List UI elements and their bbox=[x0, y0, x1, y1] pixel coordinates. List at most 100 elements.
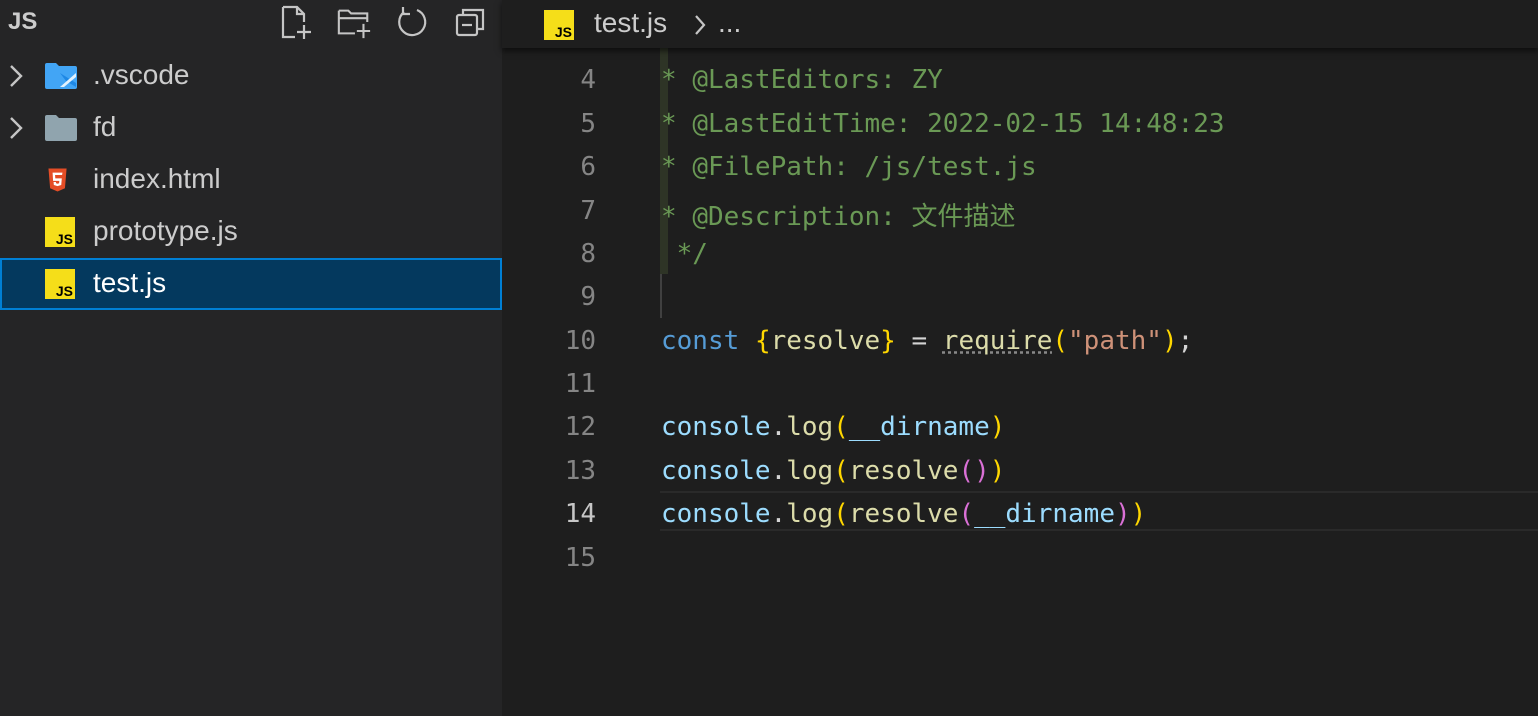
vscode-folder-icon bbox=[45, 63, 77, 89]
paren-close: ) bbox=[1161, 326, 1178, 356]
chevron-right-icon[interactable] bbox=[6, 62, 26, 90]
paren-open: ( bbox=[1052, 326, 1069, 356]
comment-text: @Description: 文件描述 bbox=[692, 202, 1016, 232]
paren-open: ( bbox=[833, 456, 849, 486]
function-resolve: resolve bbox=[848, 456, 959, 486]
comment-star: * bbox=[661, 65, 677, 95]
code-line[interactable]: 11 bbox=[502, 360, 1538, 404]
html5-icon bbox=[48, 168, 67, 192]
js-icon: JS bbox=[45, 269, 75, 299]
line-content[interactable]: * @LastEditTime: 2022-02-15 14:48:23 bbox=[661, 109, 1225, 139]
line-number[interactable]: 11 bbox=[502, 369, 596, 399]
identifier-dirname: __dirname bbox=[974, 499, 1115, 529]
breadcrumb-file[interactable]: test.js bbox=[594, 7, 667, 39]
identifier-resolve: resolve bbox=[770, 326, 881, 356]
dot: . bbox=[770, 499, 787, 529]
string-path: "path" bbox=[1068, 326, 1162, 356]
comment-star: * bbox=[661, 152, 677, 182]
chevron-right-icon[interactable] bbox=[6, 114, 26, 142]
code-line[interactable]: 5 * @LastEditTime: 2022-02-15 14:48:23 bbox=[502, 100, 1538, 144]
function-log: log bbox=[786, 499, 834, 529]
function-log: log bbox=[786, 456, 834, 486]
identifier-console: console bbox=[661, 456, 771, 486]
keyword-const: const bbox=[661, 326, 740, 356]
code-line[interactable]: 7 * @Description: 文件描述 bbox=[502, 187, 1538, 233]
paren-close: ) bbox=[989, 412, 1006, 442]
function-resolve: resolve bbox=[848, 499, 959, 529]
brace-open: { bbox=[754, 326, 771, 356]
tree-item-label: fd bbox=[93, 111, 117, 142]
tree-item-label: .vscode bbox=[93, 59, 190, 90]
line-number[interactable]: 15 bbox=[502, 543, 596, 573]
comment-end: */ bbox=[676, 239, 708, 269]
comment-text: @LastEditors: ZY bbox=[692, 65, 943, 95]
line-number[interactable]: 10 bbox=[502, 326, 596, 356]
code-line[interactable]: 4 * @LastEditors: ZY bbox=[502, 56, 1538, 100]
code-line[interactable]: 6 * @FilePath: /js/test.js bbox=[502, 143, 1538, 187]
comment-star: * bbox=[661, 109, 677, 139]
breadcrumb-bar: JS test.js ... bbox=[502, 0, 1538, 48]
refresh-icon[interactable] bbox=[394, 4, 430, 40]
code-editor[interactable]: 4 * @LastEditors: ZY 5 * @LastEditTime: … bbox=[502, 48, 1538, 716]
tree-item-label: test.js bbox=[93, 267, 167, 298]
tree-item-fd[interactable]: fd bbox=[0, 102, 502, 154]
line-content[interactable]: */ bbox=[661, 239, 708, 269]
tree-item-prototype-js[interactable]: JS prototype.js bbox=[0, 206, 502, 258]
code-line[interactable]: 9 bbox=[502, 273, 1538, 317]
new-file-icon[interactable] bbox=[278, 4, 314, 40]
brace-close: } bbox=[880, 326, 896, 356]
explorer-header: JS bbox=[0, 0, 502, 46]
dot: . bbox=[770, 412, 787, 442]
line-number[interactable]: 12 bbox=[502, 412, 596, 442]
tree-item-test-js[interactable]: JS test.js bbox=[0, 258, 502, 310]
code-line[interactable]: 15 bbox=[502, 534, 1538, 578]
line-content[interactable]: * @Description: 文件描述 bbox=[661, 196, 1015, 233]
line-number[interactable]: 8 bbox=[502, 239, 596, 269]
line-content[interactable]: * @FilePath: /js/test.js bbox=[661, 152, 1037, 182]
paren-close: ) bbox=[1114, 499, 1131, 529]
chevron-right-icon bbox=[695, 15, 706, 35]
function-require[interactable]: require bbox=[943, 326, 1053, 356]
tree-item-label: index.html bbox=[93, 163, 221, 194]
code-line[interactable]: 12 console.log(__dirname) bbox=[502, 403, 1538, 447]
js-icon: JS bbox=[45, 217, 75, 247]
identifier-dirname: __dirname bbox=[848, 412, 990, 442]
comment-star: * bbox=[661, 202, 677, 232]
semicolon: ; bbox=[1177, 326, 1194, 356]
line-number[interactable]: 13 bbox=[502, 456, 596, 486]
line-content[interactable]: console.log(resolve()) bbox=[661, 456, 1005, 486]
file-tree: .vscode fd index.html JS prototype.js JS… bbox=[0, 50, 502, 310]
explorer-title[interactable]: JS bbox=[8, 8, 37, 36]
operator-assign: = bbox=[895, 326, 943, 356]
line-number[interactable]: 7 bbox=[502, 196, 596, 226]
collapse-all-icon[interactable] bbox=[452, 4, 488, 40]
tree-item-vscode[interactable]: .vscode bbox=[0, 50, 502, 102]
line-content[interactable]: const {resolve} = require("path"); bbox=[661, 326, 1193, 356]
code-line[interactable]: 13 console.log(resolve()) bbox=[502, 447, 1538, 491]
line-content[interactable]: * @LastEditors: ZY bbox=[661, 65, 943, 95]
code-line-active[interactable]: 14 console.log(resolve(__dirname)) bbox=[502, 490, 1538, 534]
line-number[interactable]: 4 bbox=[502, 65, 596, 95]
line-number[interactable]: 6 bbox=[502, 152, 596, 182]
paren-open: ( bbox=[958, 499, 975, 529]
paren-close: ) bbox=[974, 456, 990, 486]
line-number[interactable]: 9 bbox=[502, 282, 596, 312]
line-number[interactable]: 5 bbox=[502, 109, 596, 139]
comment-text: @FilePath: /js/test.js bbox=[692, 152, 1037, 182]
paren-open: ( bbox=[833, 499, 849, 529]
paren-close: ) bbox=[989, 456, 1006, 486]
line-number[interactable]: 14 bbox=[502, 499, 596, 529]
paren-open: ( bbox=[833, 412, 849, 442]
breadcrumb-more[interactable]: ... bbox=[718, 7, 741, 39]
code-line[interactable]: 10 const {resolve} = require("path"); bbox=[502, 317, 1538, 361]
tree-item-index-html[interactable]: index.html bbox=[0, 154, 502, 206]
explorer-actions bbox=[278, 4, 488, 40]
new-folder-icon[interactable] bbox=[336, 4, 372, 40]
code-line[interactable]: 8 */ bbox=[502, 230, 1538, 274]
line-content[interactable]: console.log(__dirname) bbox=[661, 412, 1005, 442]
comment-text: @LastEditTime: 2022-02-15 14:48:23 bbox=[692, 109, 1225, 139]
line-content[interactable]: console.log(resolve(__dirname)) bbox=[661, 499, 1146, 529]
tree-item-label: prototype.js bbox=[93, 215, 238, 246]
paren-open: ( bbox=[958, 456, 975, 486]
folder-icon bbox=[45, 115, 77, 141]
